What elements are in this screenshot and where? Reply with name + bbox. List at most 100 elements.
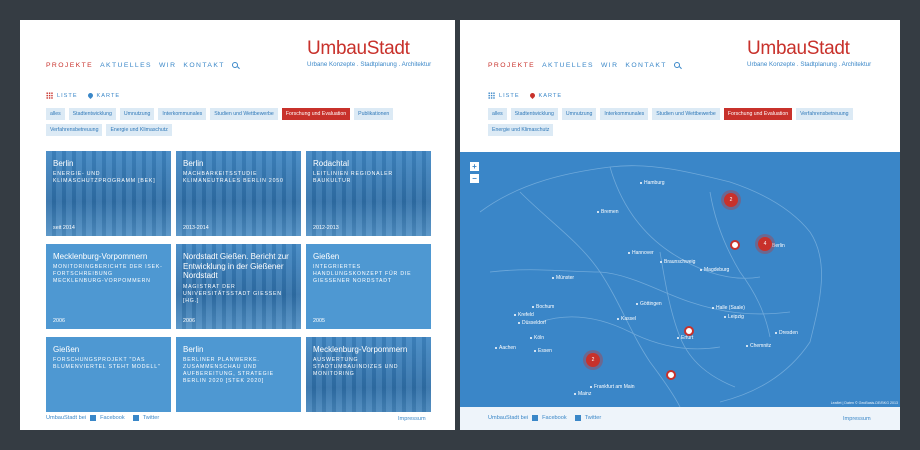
tile-desc: AUSWERTUNG STADTUMBAUINDIZES UND MONITOR…: [313, 357, 399, 377]
filter-stadtentwicklung[interactable]: Stadtentwicklung: [68, 108, 116, 120]
tile-desc: BERLINER PLANWERKE. ZUSAMMENSCHAU UND AU…: [183, 357, 274, 384]
filter-umnutzung[interactable]: Umnutzung: [561, 108, 597, 120]
map-city-label: Erfurt: [677, 335, 693, 341]
filter-interkommunales[interactable]: Interkommunales: [600, 108, 649, 120]
logo[interactable]: UmbauStadt: [747, 38, 850, 60]
map-city-label: Chemnitz: [746, 343, 771, 349]
map-city-label: Göttingen: [636, 301, 662, 307]
view-map[interactable]: KARTE: [528, 91, 563, 100]
footer-prefix: UmbauStadt bei: [488, 415, 529, 421]
project-grid: Berlin ENERGIE- UND KLIMASCHUTZPROGRAMM …: [46, 151, 432, 422]
facebook-link[interactable]: Facebook: [100, 415, 125, 421]
map-city-label: Bremen: [597, 209, 619, 215]
view-map-label: KARTE: [538, 92, 563, 99]
nav-projekte[interactable]: PROJEKTE: [46, 62, 93, 69]
view-map[interactable]: KARTE: [86, 91, 121, 100]
twitter-link[interactable]: Twitter: [585, 415, 601, 421]
tile-year: 2006: [183, 318, 195, 324]
map-city-label: Bochum: [532, 304, 554, 310]
filter-bar: alles Stadtentwicklung Umnutzung Interko…: [46, 108, 436, 136]
map-attribution: Leaflet | Daten © GeoBasis-DE/BKG 2013: [830, 401, 898, 405]
filter-alles[interactable]: alles: [488, 108, 507, 120]
nav-wir[interactable]: WIR: [601, 62, 618, 69]
map-pin-icon: [86, 91, 94, 100]
nav-kontakt[interactable]: KONTAKT: [183, 62, 224, 69]
twitter-link[interactable]: Twitter: [143, 415, 159, 421]
map-city-label: Halle (Saale): [712, 305, 745, 311]
project-tile[interactable]: Berlin MACHBARKEITSSTUDIE KLIMANEUTRALES…: [176, 151, 301, 236]
map-city-label: Münster: [552, 275, 574, 281]
filter-verfahrensbetreuung[interactable]: Verfahrensbetreuung: [796, 108, 853, 120]
filter-forschung[interactable]: Forschung und Evaluation: [281, 108, 351, 120]
tile-year: 2012-2013: [313, 225, 339, 231]
nav-projekte[interactable]: PROJEKTE: [488, 62, 535, 69]
filter-interkommunales[interactable]: Interkommunales: [158, 108, 207, 120]
project-tile[interactable]: Gießen FORSCHUNGSPROJEKT "DAS BLUMENVIER…: [46, 337, 171, 422]
zoom-out-button[interactable]: −: [470, 174, 479, 183]
filter-verfahrensbetreuung[interactable]: Verfahrensbetreuung: [46, 124, 103, 136]
filter-publikationen[interactable]: Publikationen: [354, 108, 394, 120]
search-icon[interactable]: [673, 62, 681, 69]
social-footer: UmbauStadt bei Facebook Twitter: [488, 415, 601, 421]
map-marker[interactable]: [666, 370, 676, 380]
project-tile[interactable]: Nordstadt Gießen. Bericht zur Entwicklun…: [176, 244, 301, 329]
view-list[interactable]: LISTE: [488, 92, 520, 99]
nav-aktuelles[interactable]: AKTUELLES: [542, 62, 594, 69]
project-tile[interactable]: Mecklenburg-Vorpommern MONITORINGBERICHT…: [46, 244, 171, 329]
project-tile[interactable]: Rodachtal LEITLINIEN REGIONALER BAUKULTU…: [306, 151, 431, 236]
map-marker[interactable]: [684, 326, 694, 336]
logo[interactable]: UmbauStadt: [307, 38, 410, 60]
view-list-label: LISTE: [57, 92, 78, 99]
search-icon[interactable]: [231, 62, 239, 69]
filter-energie[interactable]: Energie und Klimaschutz: [106, 124, 172, 136]
filter-alles[interactable]: alles: [46, 108, 65, 120]
map-city-label: Kassel: [617, 316, 636, 322]
grid-icon: [46, 92, 53, 99]
filter-studien[interactable]: Studien und Wettbewerbe: [210, 108, 278, 120]
map-city-label: Frankfurt am Main: [590, 384, 635, 390]
map-city-label: Aachen: [495, 345, 516, 351]
impressum-link[interactable]: Impressum: [843, 416, 871, 422]
view-switch: LISTE KARTE: [488, 91, 563, 100]
impressum-link[interactable]: Impressum: [398, 416, 426, 422]
main-nav: PROJEKTE AKTUELLES WIR KONTAKT: [488, 62, 681, 69]
map-borders: [479, 165, 822, 407]
nav-kontakt[interactable]: KONTAKT: [625, 62, 666, 69]
tile-desc: MACHBARKEITSSTUDIE KLIMANEUTRALES BERLIN…: [183, 171, 284, 184]
list-page: UmbauStadt Urbane Konzepte . Stadtplanun…: [20, 20, 455, 430]
main-nav: PROJEKTE AKTUELLES WIR KONTAKT: [46, 62, 239, 69]
facebook-icon[interactable]: [90, 415, 97, 421]
facebook-link[interactable]: Facebook: [542, 415, 567, 421]
twitter-icon[interactable]: [574, 415, 581, 421]
map-cluster[interactable]: 4: [758, 237, 772, 251]
map-marker[interactable]: [730, 240, 740, 250]
filter-energie[interactable]: Energie und Klimaschutz: [488, 124, 554, 136]
map-cluster[interactable]: 2: [724, 193, 738, 207]
tile-desc: MONITORINGBERICHTE DER ISEK-FORTSCHREIBU…: [53, 264, 163, 284]
view-list[interactable]: LISTE: [46, 92, 78, 99]
filter-studien[interactable]: Studien und Wettbewerbe: [652, 108, 720, 120]
map-page: UmbauStadt Urbane Konzepte . Stadtplanun…: [460, 20, 900, 430]
tile-year: 2013-2014: [183, 225, 209, 231]
map-view[interactable]: + − Hamburg Bremen Hannover Braunschweig…: [460, 152, 900, 407]
map-city-label: Köln: [530, 335, 544, 341]
zoom-in-button[interactable]: +: [470, 162, 479, 171]
tile-title: Gießen: [53, 345, 80, 354]
project-tile[interactable]: Berlin ENERGIE- UND KLIMASCHUTZPROGRAMM …: [46, 151, 171, 236]
project-tile[interactable]: Berlin BERLINER PLANWERKE. ZUSAMMENSCHAU…: [176, 337, 301, 422]
tile-title: Nordstadt Gießen. Bericht zur Entwicklun…: [183, 252, 289, 280]
tile-desc: FORSCHUNGSPROJEKT "DAS BLUMENVIERTEL STE…: [53, 357, 161, 370]
map-cluster[interactable]: 2: [586, 353, 600, 367]
nav-wir[interactable]: WIR: [159, 62, 176, 69]
nav-aktuelles[interactable]: AKTUELLES: [100, 62, 152, 69]
filter-forschung[interactable]: Forschung und Evaluation: [723, 108, 793, 120]
filter-umnutzung[interactable]: Umnutzung: [119, 108, 155, 120]
filter-stadtentwicklung[interactable]: Stadtentwicklung: [510, 108, 558, 120]
twitter-icon[interactable]: [132, 415, 139, 421]
project-tile[interactable]: Gießen INTEGRIERTES HANDLUNGSKONZEPT FÜR…: [306, 244, 431, 329]
project-tile[interactable]: Mecklenburg-Vorpommern AUSWERTUNG STADTU…: [306, 337, 431, 422]
facebook-icon[interactable]: [532, 415, 539, 421]
map-city-label: Düsseldorf: [518, 320, 546, 326]
map-city-label: Hamburg: [640, 180, 665, 186]
tile-title: Gießen: [313, 252, 340, 261]
